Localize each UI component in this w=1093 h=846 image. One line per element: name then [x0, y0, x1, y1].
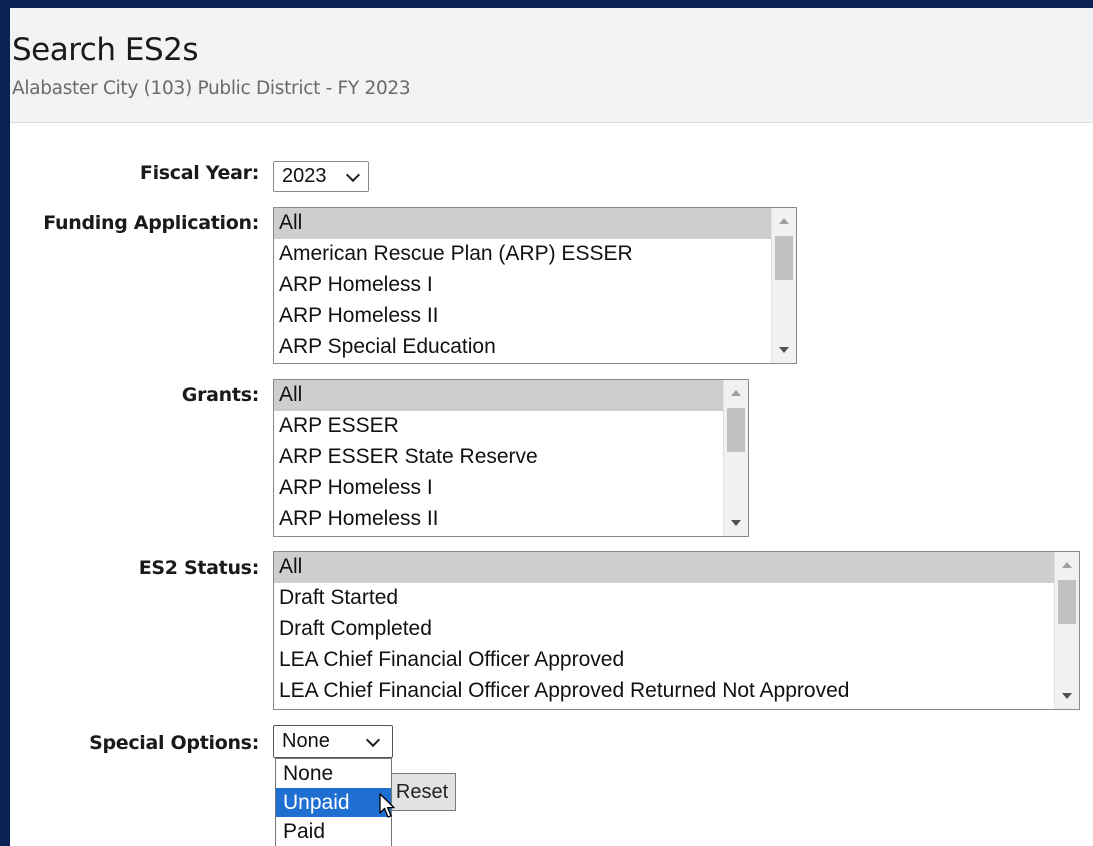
scrollbar-thumb[interactable]: [1058, 580, 1076, 624]
funding-application-options: All American Rescue Plan (ARP) ESSER ARP H…: [274, 208, 772, 363]
dropdown-option[interactable]: Unpaid: [276, 788, 391, 817]
scrollbar-thumb[interactable]: [727, 408, 745, 452]
list-item[interactable]: ARP Homeless I: [274, 473, 724, 504]
scroll-down-arrow-icon[interactable]: [731, 520, 741, 526]
list-item[interactable]: American Rescue Plan (ARP) ESSER: [274, 239, 772, 270]
fiscal-year-label: Fiscal Year:: [139, 162, 259, 184]
list-item[interactable]: LEA Chief Financial Officer Approved: [274, 645, 1055, 676]
page-header: Search ES2s Alabaster City (103) Public …: [10, 8, 1093, 123]
funding-application-label: Funding Application:: [43, 212, 259, 234]
grants-scrollbar[interactable]: [723, 380, 748, 536]
list-item[interactable]: All: [274, 208, 772, 239]
list-item[interactable]: LEA Chief Financial Officer Approved Ret…: [274, 676, 1055, 707]
page-title: Search ES2s: [12, 32, 199, 68]
grants-options: All ARP ESSER ARP ESSER State Reserve ARP H…: [274, 380, 724, 535]
list-item[interactable]: ARP ESSER State Reserve: [274, 442, 724, 473]
list-item[interactable]: All: [274, 380, 724, 411]
mouse-pointer-icon: [379, 793, 395, 818]
special-options-dropdown-list: None Unpaid Paid: [275, 758, 392, 846]
es2-status-listbox[interactable]: All Draft Started Draft Completed LEA Chief…: [273, 551, 1080, 710]
scroll-up-arrow-icon[interactable]: [731, 390, 741, 396]
list-item[interactable]: All: [274, 552, 1055, 583]
chevron-down-icon: [365, 732, 381, 748]
es2-status-label: ES2 Status:: [138, 557, 260, 579]
list-item[interactable]: ARP Homeless II: [274, 301, 772, 332]
scroll-down-arrow-icon[interactable]: [779, 347, 789, 353]
grants-listbox[interactable]: All ARP ESSER ARP ESSER State Reserve ARP H…: [273, 379, 749, 537]
list-item[interactable]: Draft Started: [274, 583, 1055, 614]
list-item[interactable]: ARP Homeless I: [274, 270, 772, 301]
list-item[interactable]: ARP ESSER: [274, 411, 724, 442]
dropdown-option[interactable]: Paid: [276, 817, 391, 846]
scroll-up-arrow-icon[interactable]: [1062, 562, 1072, 568]
special-options-select[interactable]: None: [273, 725, 393, 758]
funding-application-scrollbar[interactable]: [771, 208, 796, 363]
chevron-down-icon: [345, 167, 361, 183]
page-subtitle: Alabaster City (103) Public District - F…: [12, 78, 411, 99]
fiscal-year-select[interactable]: 2023: [273, 161, 369, 192]
list-item[interactable]: Draft Completed: [274, 614, 1055, 645]
special-options-label: Special Options:: [89, 732, 259, 754]
list-item[interactable]: ARP Homeless II: [274, 504, 724, 535]
dropdown-option[interactable]: None: [276, 759, 391, 788]
list-item[interactable]: ARP Special Education: [274, 332, 772, 363]
grants-label: Grants:: [181, 384, 260, 406]
fiscal-year-value: 2023: [282, 165, 327, 187]
special-options-value: None: [282, 730, 330, 752]
scroll-down-arrow-icon[interactable]: [1062, 693, 1072, 699]
es2-status-options: All Draft Started Draft Completed LEA Chief…: [274, 552, 1055, 707]
scrollbar-thumb[interactable]: [775, 236, 793, 280]
page: Search ES2s Alabaster City (103) Public …: [10, 8, 1093, 846]
funding-application-listbox[interactable]: All American Rescue Plan (ARP) ESSER ARP H…: [273, 207, 797, 364]
scroll-up-arrow-icon[interactable]: [779, 218, 789, 224]
es2-status-scrollbar[interactable]: [1054, 552, 1079, 709]
